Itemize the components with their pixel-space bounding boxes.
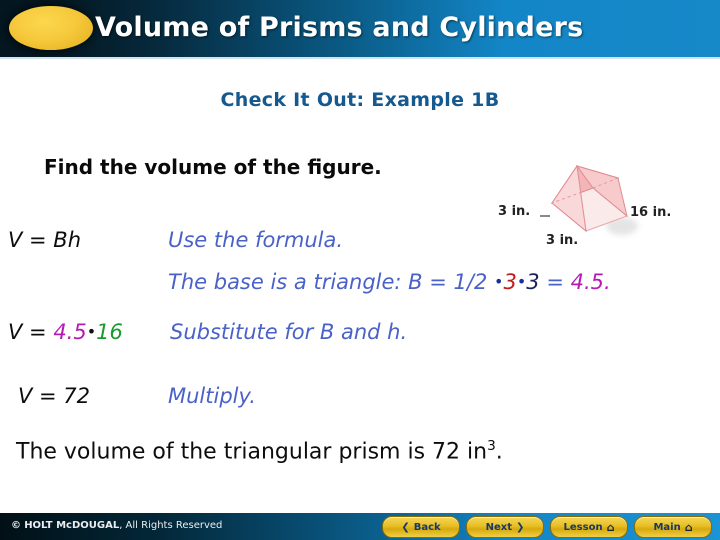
figure-triangular-prism: 3 in. 3 in. 16 in. [498,140,720,260]
slide-footer: © HOLT McDOUGAL, All Rights Reserved ❮ B… [0,513,720,540]
problem-prompt: Find the volume of the figure. [44,155,382,179]
chevron-right-icon: ❯ [516,521,525,533]
navigation-bar: ❮ Back Next ❯ Lesson ⌂ Main ⌂ [382,516,712,538]
lesson-button[interactable]: Lesson ⌂ [550,516,628,538]
step-1-equation: V = Bh [8,228,82,252]
step-2-equals: = [539,270,571,294]
prism-svg [540,164,638,235]
step-3-value-b: 4.5 [53,320,87,344]
step-3-equation: V = 4.5•16 [8,320,123,344]
step-3-dot: • [86,322,97,341]
figure-label-length: 16 in. [630,205,672,220]
home-icon: ⌂ [606,520,615,534]
back-button-label: Back [413,521,441,533]
conclusion-suffix: . [495,439,503,465]
chevron-left-icon: ❮ [401,521,410,533]
slide-header: Volume of Prisms and Cylinders [0,0,720,57]
step-1-note: Use the formula. [168,228,344,252]
back-button[interactable]: ❮ Back [382,516,460,538]
step-3-note: Substitute for B and h. [170,320,408,344]
header-divider [0,57,720,59]
step-2-note: The base is a triangle: B = 1/2 •3•3 = 4… [168,270,611,294]
main-button[interactable]: Main ⌂ [634,516,712,538]
step-2-value-navy: 3 [526,270,540,294]
copyright-notice: © HOLT McDOUGAL, All Rights Reserved [11,520,222,531]
yellow-ellipse-icon [9,6,93,50]
figure-label-base: 3 in. [546,233,579,248]
step-3-v: V = [8,320,54,344]
conclusion-exponent: 3 [487,438,496,454]
figure-label-height: 3 in. [498,204,531,219]
step-2-text: The base is a triangle: B = 1/2 [168,270,495,294]
lesson-button-label: Lesson [563,521,603,533]
main-button-label: Main [653,521,681,533]
page-title: Volume of Prisms and Cylinders [95,12,584,43]
copyright-rest: , All Rights Reserved [119,520,223,531]
step-2-dot-2: • [516,272,527,291]
step-3-value-h: 16 [96,320,123,344]
example-subtitle: Check It Out: Example 1B [220,89,500,111]
next-button-label: Next [485,521,512,533]
step-2-result: 4.5. [570,270,611,294]
next-button[interactable]: Next ❯ [466,516,544,538]
step-4-equation: V = 72 [18,384,91,408]
copyright-brand: HOLT McDOUGAL [24,520,120,531]
home-icon: ⌂ [684,520,693,534]
conclusion-text: The volume of the triangular prism is 72… [16,438,503,464]
step-4-note: Multiply. [168,384,256,408]
copyright-symbol: © [11,520,21,531]
step-2-value-red: 3 [503,270,517,294]
conclusion-prefix: The volume of the triangular prism is 72… [16,439,488,465]
